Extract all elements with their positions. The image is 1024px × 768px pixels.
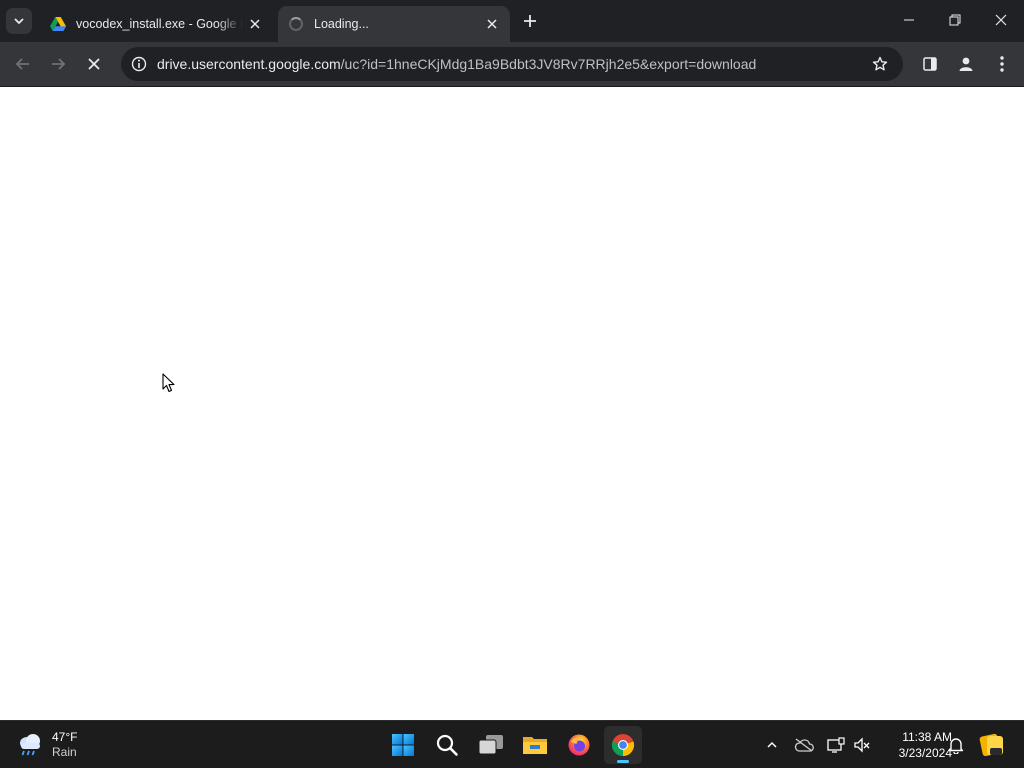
- back-button[interactable]: [8, 49, 38, 79]
- windows-start-icon: [392, 734, 414, 756]
- site-info-icon[interactable]: [127, 52, 151, 76]
- restore-icon: [949, 14, 961, 26]
- weather-temperature: 47°F: [52, 730, 78, 744]
- more-vertical-icon: [1000, 56, 1004, 72]
- profile-icon: [959, 57, 973, 71]
- url-text[interactable]: drive.usercontent.google.com/uc?id=1hneC…: [157, 47, 756, 81]
- tab-google-drive[interactable]: vocodex_install.exe - Google Drive: [40, 6, 272, 42]
- onedrive-cloud-icon: [794, 738, 814, 752]
- url-path: /uc?id=1hneCKjMdg1Ba9Bdbt3JV8Rv7RRjh2e5&…: [340, 56, 757, 72]
- profile-button[interactable]: [951, 49, 981, 79]
- task-view-button[interactable]: [472, 726, 510, 764]
- close-tab-icon[interactable]: [247, 14, 264, 34]
- google-drive-icon: [50, 16, 66, 32]
- firefox-button[interactable]: [560, 726, 598, 764]
- minimize-icon: [904, 19, 914, 21]
- loading-spinner-icon: [288, 16, 304, 32]
- network-icon: [827, 737, 845, 753]
- clock-date: 3/23/2024: [898, 746, 952, 760]
- notifications-button[interactable]: [944, 733, 968, 757]
- close-icon: [88, 58, 100, 70]
- task-view-icon: [478, 735, 503, 755]
- side-panel-icon: [923, 57, 937, 71]
- bookmark-star-icon[interactable]: [869, 53, 891, 75]
- chrome-icon: [611, 734, 635, 757]
- weather-condition: Rain: [52, 745, 77, 759]
- stop-loading-button[interactable]: [79, 49, 109, 79]
- rain-cloud-icon: [14, 729, 46, 761]
- close-tab-icon[interactable]: [482, 14, 502, 34]
- tab-loading[interactable]: Loading...: [278, 6, 510, 42]
- url-host: drive.usercontent.google.com: [157, 56, 341, 72]
- news-widget-icon: [979, 733, 1003, 757]
- clock-time: 11:38 AM: [902, 730, 952, 744]
- weather-widget[interactable]: 47°F Rain: [14, 727, 77, 763]
- chevron-down-icon: [14, 18, 24, 25]
- taskbar-clock[interactable]: 11:38 AM 3/23/2024: [876, 729, 952, 761]
- show-hidden-icons-button[interactable]: [760, 733, 784, 757]
- forward-button[interactable]: [43, 49, 73, 79]
- taskbar-search-button[interactable]: [428, 726, 466, 764]
- network-tray-button[interactable]: [824, 733, 848, 757]
- tab-title: Loading...: [314, 17, 369, 31]
- page-content[interactable]: [0, 87, 1024, 720]
- tab-search-button[interactable]: [6, 8, 32, 34]
- address-bar[interactable]: drive.usercontent.google.com/uc?id=1hneC…: [121, 47, 903, 81]
- chrome-taskbar-button[interactable]: [604, 726, 642, 764]
- start-button[interactable]: [384, 726, 422, 764]
- tab-title: vocodex_install.exe - Google Drive: [76, 17, 243, 31]
- mouse-cursor-icon: [162, 373, 175, 393]
- arrow-left-icon: [15, 58, 29, 70]
- chevron-up-icon: [767, 741, 777, 748]
- file-explorer-icon: [523, 737, 547, 754]
- close-icon: [995, 14, 1007, 26]
- volume-tray-button[interactable]: [850, 733, 874, 757]
- widgets-news-button[interactable]: [978, 731, 1006, 759]
- onedrive-tray-button[interactable]: [792, 733, 816, 757]
- search-icon: [436, 734, 458, 756]
- new-tab-button[interactable]: [518, 9, 542, 33]
- side-panel-button[interactable]: [915, 49, 945, 79]
- close-window-button[interactable]: [978, 0, 1024, 40]
- chrome-menu-button[interactable]: [987, 49, 1017, 79]
- browser-toolbar: drive.usercontent.google.com/uc?id=1hneC…: [0, 42, 1024, 86]
- file-explorer-button[interactable]: [516, 726, 554, 764]
- volume-muted-icon: [854, 737, 870, 753]
- browser-tab-strip: vocodex_install.exe - Google Drive Loadi…: [0, 0, 1024, 42]
- windows-taskbar: 47°F Rain 11:38 AM 3/23/2024: [0, 720, 1024, 768]
- bell-icon: [948, 738, 964, 754]
- restore-button[interactable]: [932, 0, 978, 40]
- plus-icon: [524, 15, 536, 27]
- minimize-button[interactable]: [886, 0, 932, 40]
- firefox-icon: [568, 734, 590, 756]
- active-app-indicator: [617, 760, 629, 763]
- arrow-right-icon: [52, 58, 66, 70]
